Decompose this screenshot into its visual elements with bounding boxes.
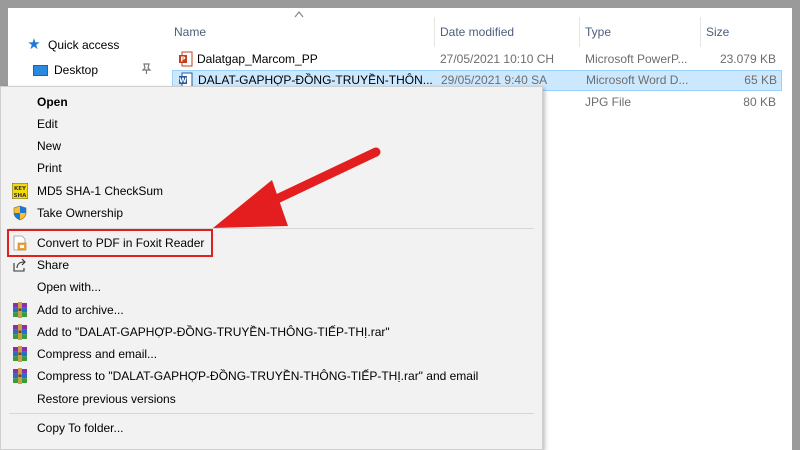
menu-item-label: Open — [37, 95, 68, 109]
column-header-size[interactable]: Size — [700, 17, 790, 47]
file-type: Microsoft PowerP... — [585, 52, 688, 66]
pin-icon[interactable] — [141, 63, 152, 78]
menu-item-add-to-rar[interactable]: Add to "DALAT-GAPHỢP-ĐỒNG-TRUYỀN-THÔNG-T… — [2, 321, 541, 343]
menu-item-label: Compress to "DALAT-GAPHỢP-ĐỒNG-TRUYỀN-TH… — [37, 369, 479, 383]
menu-item-label: Share — [37, 258, 70, 272]
nav-quick-access-label: Quick access — [48, 38, 120, 52]
menu-item-label: Edit — [37, 117, 58, 131]
file-size: 23.079 KB — [719, 52, 776, 66]
menu-item-share[interactable]: Share — [2, 254, 541, 276]
winrar-icon — [13, 368, 27, 384]
checksum-badge-top: KEY — [14, 186, 27, 192]
menu-item-add-to-archive[interactable]: Add to archive... — [2, 299, 541, 321]
svg-text:P: P — [180, 56, 185, 64]
highlight-box — [7, 229, 213, 257]
menu-item-copy-to-folder[interactable]: Copy To folder... — [2, 417, 541, 439]
menu-item-label: New — [37, 139, 62, 153]
menu-item-label: Copy To folder... — [37, 421, 124, 435]
menu-item-restore-previous[interactable]: Restore previous versions — [2, 388, 541, 410]
file-size: 80 KB — [743, 95, 776, 109]
star-icon: ★ — [27, 36, 41, 53]
menu-item-take-ownership[interactable]: Take Ownership — [2, 202, 541, 224]
menu-item-compress-rar-email[interactable]: Compress to "DALAT-GAPHỢP-ĐỒNG-TRUYỀN-TH… — [2, 365, 541, 387]
powerpoint-icon: P — [179, 51, 193, 67]
column-header-type[interactable]: Type — [579, 17, 700, 47]
file-type: JPG File — [585, 95, 632, 109]
menu-separator — [9, 413, 534, 414]
menu-item-open-with[interactable]: Open with... — [2, 276, 541, 298]
menu-item-print[interactable]: Print — [2, 157, 541, 179]
menu-item-open[interactable]: Open — [2, 91, 541, 113]
context-menu: Open Edit New Print KEY SHA MD5 SHA-1 Ch… — [0, 86, 543, 450]
menu-item-label: Add to "DALAT-GAPHỢP-ĐỒNG-TRUYỀN-THÔNG-T… — [37, 325, 390, 339]
menu-item-label: Take Ownership — [37, 206, 124, 220]
checksum-icon: KEY SHA — [12, 183, 28, 199]
winrar-icon — [13, 302, 27, 318]
menu-item-label: Compress and email... — [37, 347, 158, 361]
menu-item-label: Restore previous versions — [37, 392, 176, 406]
file-date: 29/05/2021 9:40 SA — [441, 73, 548, 87]
nav-quick-access[interactable]: ★ Quick access — [26, 34, 119, 56]
menu-item-label: Open with... — [37, 280, 102, 294]
menu-item-new[interactable]: New — [2, 135, 541, 157]
menu-item-compress-email[interactable]: Compress and email... — [2, 343, 541, 365]
checksum-badge-bottom: SHA — [14, 193, 28, 199]
file-size: 65 KB — [744, 73, 777, 87]
uac-shield-icon — [13, 205, 27, 221]
menu-item-md5-checksum[interactable]: KEY SHA MD5 SHA-1 CheckSum — [2, 180, 541, 202]
menu-item-label: Add to archive... — [37, 303, 124, 317]
winrar-icon — [13, 346, 27, 362]
svg-text:W: W — [179, 77, 187, 85]
column-header-name[interactable]: Name — [168, 17, 434, 47]
column-header-date[interactable]: Date modified — [434, 17, 579, 47]
desktop-icon — [32, 62, 48, 78]
file-type: Microsoft Word D... — [586, 73, 689, 87]
menu-item-label: MD5 SHA-1 CheckSum — [37, 184, 164, 198]
share-icon — [13, 258, 26, 272]
file-name: Dalatgap_Marcom_PP — [197, 52, 318, 66]
menu-item-label: Print — [37, 161, 62, 175]
menu-item-edit[interactable]: Edit — [2, 113, 541, 135]
file-date: 27/05/2021 10:10 CH — [440, 52, 555, 66]
nav-desktop-label: Desktop — [54, 63, 99, 77]
winrar-icon — [13, 324, 27, 340]
file-name: DALAT-GAPHỢP-ĐỒNG-TRUYỀN-THÔN... — [198, 73, 433, 87]
file-row[interactable]: P Dalatgap_Marcom_PP 27/05/2021 10:10 CH… — [172, 49, 782, 70]
